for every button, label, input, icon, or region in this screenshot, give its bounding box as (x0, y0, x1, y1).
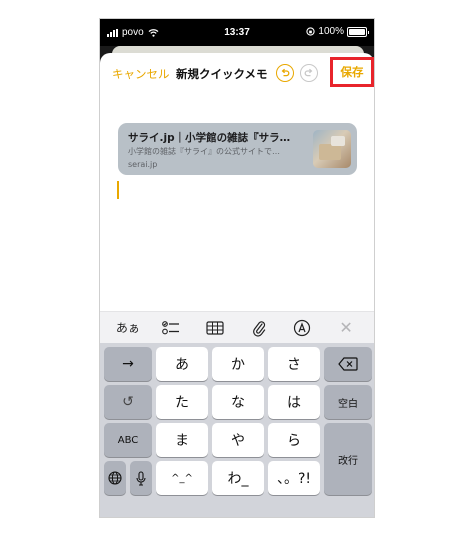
save-button[interactable]: 保存 (341, 64, 364, 80)
key-arrow-right[interactable]: → (104, 347, 152, 381)
undo-button[interactable] (276, 64, 294, 82)
text-style-button[interactable]: あぁ (115, 316, 141, 340)
undo-icon (281, 68, 290, 77)
quick-note-sheet: キャンセル 新規クイックメモ 保存 サライ.jp｜小学館の雑誌『サラ… 小学館の… (100, 53, 374, 517)
battery-fill (349, 28, 365, 35)
phone-screen: povo 13:37 100% キャンセル 新規クイックメモ 保存 サライ.jp… (99, 18, 375, 518)
text-cursor[interactable] (117, 181, 119, 199)
battery-percent: 100% (318, 26, 344, 37)
redo-button[interactable] (300, 64, 318, 82)
key-ka[interactable]: か (212, 347, 264, 381)
link-thumbnail (313, 130, 351, 168)
link-description: 小学館の雑誌『サライ』の公式サイトで… (128, 147, 280, 156)
link-domain: serai.jp (128, 160, 158, 169)
redo-icon (304, 68, 313, 77)
key-abc[interactable]: ABC (104, 423, 152, 457)
key-sa[interactable]: さ (268, 347, 320, 381)
checklist-icon[interactable] (158, 316, 184, 340)
key-undo[interactable]: ↺ (104, 385, 152, 419)
close-icon[interactable]: ✕ (333, 316, 359, 340)
link-title: サライ.jp｜小学館の雑誌『サラ… (128, 132, 291, 144)
return-key[interactable]: 改行 (324, 423, 372, 495)
key-ma[interactable]: ま (156, 423, 208, 457)
save-highlight-box: 保存 (330, 57, 374, 87)
key-ta[interactable]: た (156, 385, 208, 419)
globe-icon (108, 471, 122, 485)
markup-icon[interactable] (289, 316, 315, 340)
key-wa[interactable]: わ_ (212, 461, 264, 495)
globe-key[interactable] (104, 461, 126, 495)
mic-key[interactable] (130, 461, 152, 495)
table-icon[interactable] (202, 316, 228, 340)
battery-icon (347, 26, 369, 37)
link-preview-card[interactable]: サライ.jp｜小学館の雑誌『サラ… 小学館の雑誌『サライ』の公式サイトで… se… (118, 123, 357, 175)
orientation-lock-icon (306, 27, 316, 36)
backspace-icon (338, 357, 358, 371)
key-punctuation[interactable]: 、。?! (268, 461, 320, 495)
key-ya[interactable]: や (212, 423, 264, 457)
japanese-keyboard: → あ か さ ↺ た な は 空白 ABC ま や ら 改行 ^_^ わ_ 、… (100, 343, 374, 517)
key-a[interactable]: あ (156, 347, 208, 381)
key-ra[interactable]: ら (268, 423, 320, 457)
format-toolbar: あぁ ✕ (100, 311, 374, 343)
status-right: 100% (306, 26, 369, 37)
space-key[interactable]: 空白 (324, 385, 372, 419)
page-title: 新規クイックメモ (176, 67, 268, 81)
cancel-button[interactable]: キャンセル (112, 66, 170, 82)
status-bar: povo 13:37 100% (100, 19, 374, 46)
microphone-icon (136, 470, 146, 486)
nav-bar: キャンセル 新規クイックメモ 保存 (100, 53, 374, 97)
key-ha[interactable]: は (268, 385, 320, 419)
key-emoticon[interactable]: ^_^ (156, 461, 208, 495)
backspace-key[interactable] (324, 347, 372, 381)
key-na[interactable]: な (212, 385, 264, 419)
paperclip-icon[interactable] (246, 316, 272, 340)
